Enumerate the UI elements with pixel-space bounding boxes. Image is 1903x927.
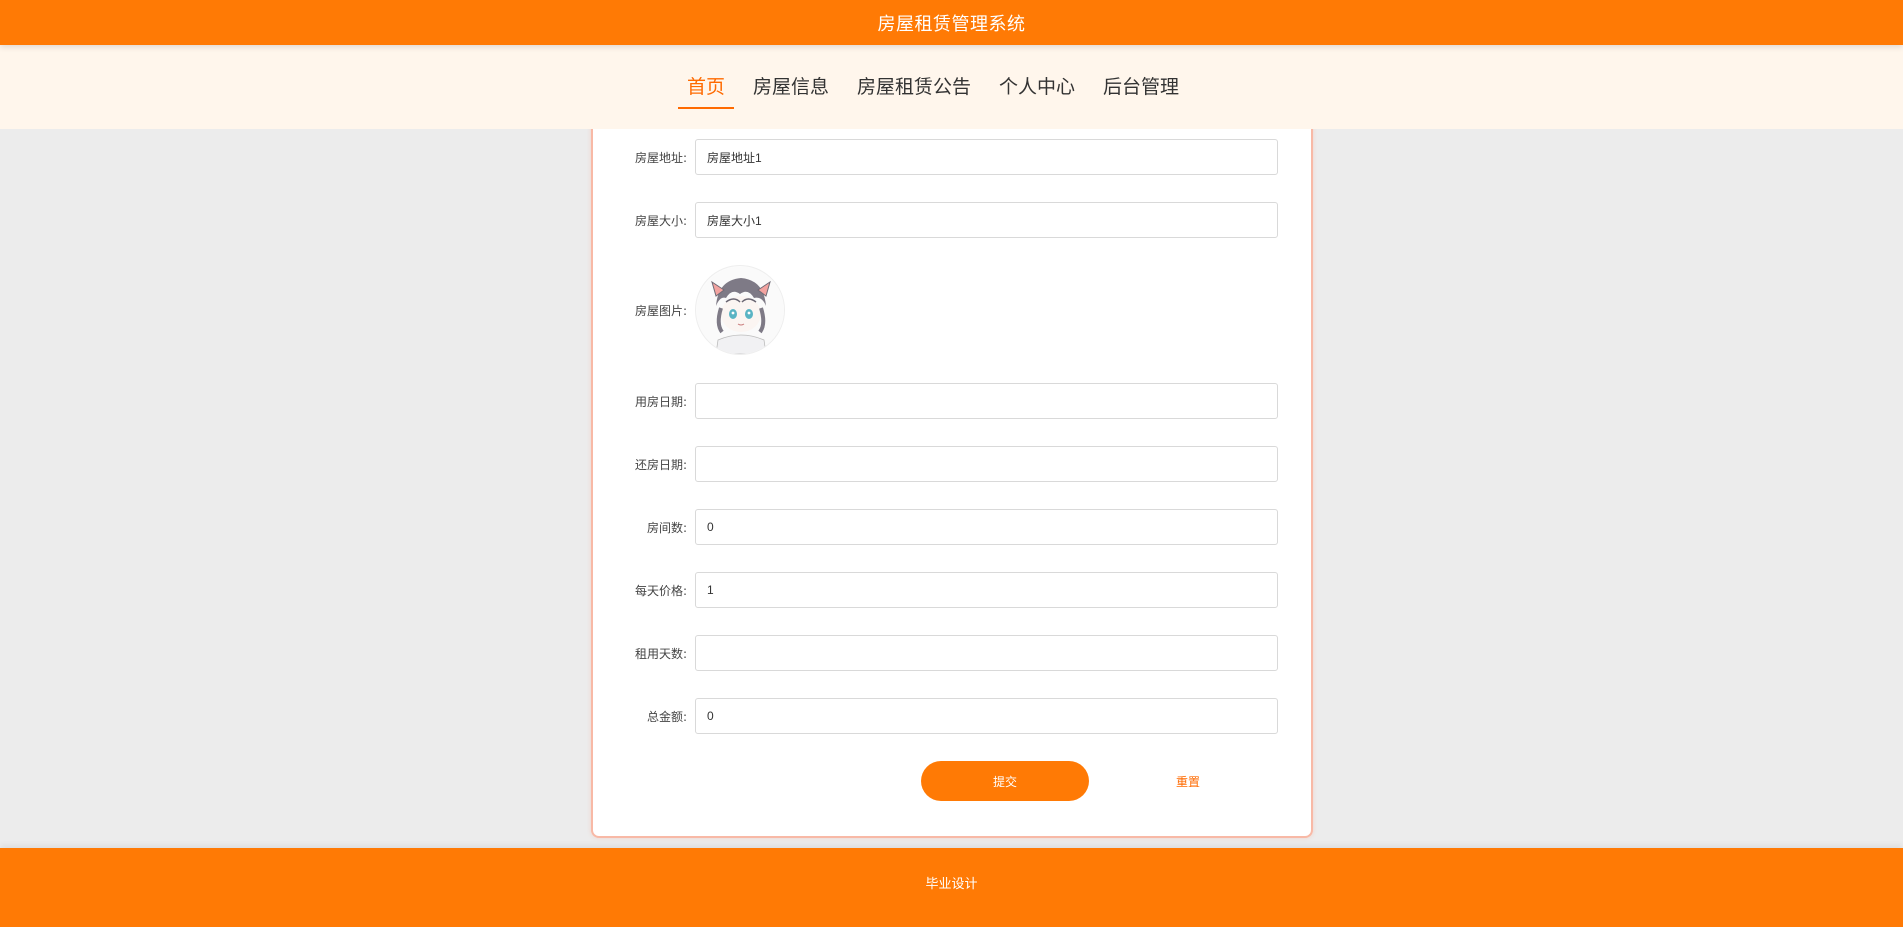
main-nav: 首页 房屋信息 房屋租赁公告 个人中心 后台管理 bbox=[0, 45, 1903, 129]
days-input[interactable] bbox=[695, 635, 1278, 671]
nav-item-home[interactable]: 首页 bbox=[677, 67, 734, 109]
reset-button[interactable]: 重置 bbox=[1123, 761, 1253, 801]
image-label: 房屋图片: bbox=[634, 303, 687, 318]
avatar-image-icon bbox=[697, 267, 784, 354]
footer: 毕业设计 bbox=[0, 848, 1903, 927]
form-row-image: 房屋图片: bbox=[593, 265, 1311, 355]
submit-button[interactable]: 提交 bbox=[921, 761, 1089, 801]
nav-item-personal-center[interactable]: 个人中心 bbox=[990, 67, 1084, 107]
rental-form-card: 房屋地址: 房屋地址1 房屋大小: 房屋大小1 房屋图片: 用房日期: 还房日期… bbox=[591, 108, 1313, 838]
app-title: 房屋租赁管理系统 bbox=[877, 13, 1026, 35]
nav-items: 首页 房屋信息 房屋租赁公告 个人中心 后台管理 bbox=[673, 67, 1193, 109]
start-date-input[interactable] bbox=[695, 383, 1278, 419]
nav-item-rental-notice[interactable]: 房屋租赁公告 bbox=[848, 67, 980, 107]
address-label: 房屋地址: bbox=[634, 150, 687, 165]
house-image-avatar[interactable] bbox=[695, 265, 785, 355]
form-row-days: 租用天数: bbox=[593, 635, 1311, 671]
form-row-total: 总金额: 0 bbox=[593, 698, 1311, 734]
return-date-input[interactable] bbox=[695, 446, 1278, 482]
start-date-label: 用房日期: bbox=[634, 394, 687, 409]
total-label: 总金额: bbox=[646, 709, 687, 724]
size-label: 房屋大小: bbox=[634, 213, 687, 228]
daily-price-input[interactable]: 1 bbox=[695, 572, 1278, 608]
form-row-start-date: 用房日期: bbox=[593, 383, 1311, 419]
daily-price-label: 每天价格: bbox=[634, 583, 687, 598]
form-row-address: 房屋地址: 房屋地址1 bbox=[593, 139, 1311, 175]
footer-text: 毕业设计 bbox=[925, 877, 978, 892]
form-row-size: 房屋大小: 房屋大小1 bbox=[593, 202, 1311, 238]
form-row-return-date: 还房日期: bbox=[593, 446, 1311, 482]
rooms-input[interactable]: 0 bbox=[695, 509, 1278, 545]
form-row-rooms: 房间数: 0 bbox=[593, 509, 1311, 545]
days-label: 租用天数: bbox=[634, 646, 687, 661]
rooms-label: 房间数: bbox=[646, 520, 687, 535]
address-input[interactable]: 房屋地址1 bbox=[695, 139, 1278, 175]
size-input[interactable]: 房屋大小1 bbox=[695, 202, 1278, 238]
nav-item-house-info[interactable]: 房屋信息 bbox=[744, 67, 838, 107]
top-bar: 房屋租赁管理系统 bbox=[0, 0, 1903, 45]
total-input[interactable]: 0 bbox=[695, 698, 1278, 734]
nav-item-admin[interactable]: 后台管理 bbox=[1094, 67, 1188, 107]
form-row-daily-price: 每天价格: 1 bbox=[593, 572, 1311, 608]
return-date-label: 还房日期: bbox=[634, 457, 687, 472]
